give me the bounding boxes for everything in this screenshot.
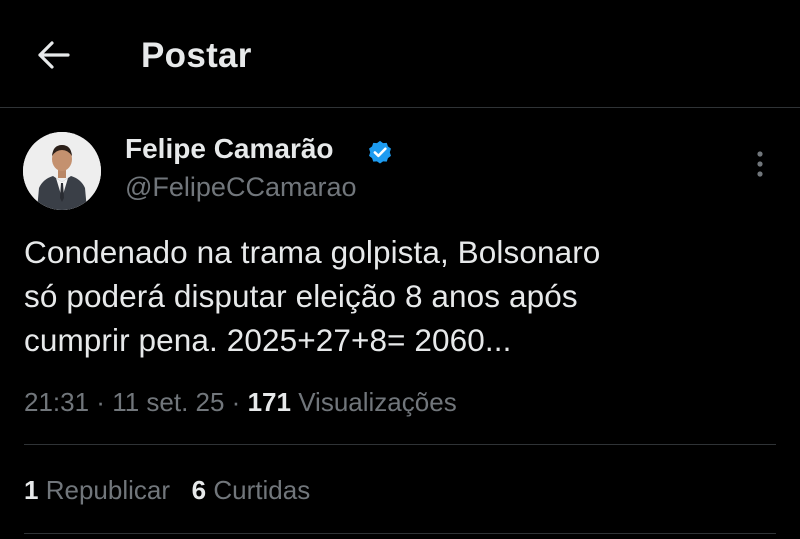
more-vertical-icon	[757, 151, 763, 177]
views-count: 171	[247, 387, 291, 417]
likes-label: Curtidas	[213, 475, 311, 505]
post-text-line: Condenado na trama golpista, Bolsonaro	[24, 234, 601, 270]
views-label: Visualizações	[298, 387, 457, 417]
post-metadata: 21:31 · 11 set. 25 · 171 Visualizações	[24, 387, 457, 418]
top-bar: Postar	[0, 0, 800, 108]
arrow-left-icon	[38, 41, 70, 69]
separator: ·	[89, 387, 113, 417]
post-text: Condenado na trama golpista, Bolsonaro s…	[24, 230, 744, 362]
more-options-button[interactable]	[744, 144, 776, 184]
back-button[interactable]	[30, 33, 78, 77]
likes-count: 6	[191, 475, 207, 505]
divider	[24, 444, 776, 445]
likes-stat[interactable]: 6 Curtidas	[192, 475, 311, 505]
profile-photo	[23, 132, 101, 210]
reposts-count: 1	[24, 475, 39, 505]
reposts-label: Republicar	[45, 475, 170, 505]
post-time[interactable]: 21:31	[24, 387, 89, 417]
verified-badge-icon	[369, 140, 391, 164]
post-text-line: cumprir pena. 2025+27+8= 2060...	[24, 322, 512, 358]
page-title: Postar	[141, 36, 252, 75]
post-date[interactable]: 11 set. 25	[112, 387, 224, 417]
engagement-stats: 1 Republicar 6 Curtidas	[24, 475, 310, 506]
reposts-stat[interactable]: 1 Republicar	[24, 475, 170, 505]
separator: ·	[224, 387, 248, 417]
avatar[interactable]	[23, 132, 101, 210]
divider	[24, 533, 776, 534]
post-text-line: só poderá disputar eleição 8 anos após	[24, 278, 578, 314]
author-handle[interactable]: @FelipeCCamarao	[125, 172, 357, 203]
author-name[interactable]: Felipe Camarão	[125, 133, 334, 165]
